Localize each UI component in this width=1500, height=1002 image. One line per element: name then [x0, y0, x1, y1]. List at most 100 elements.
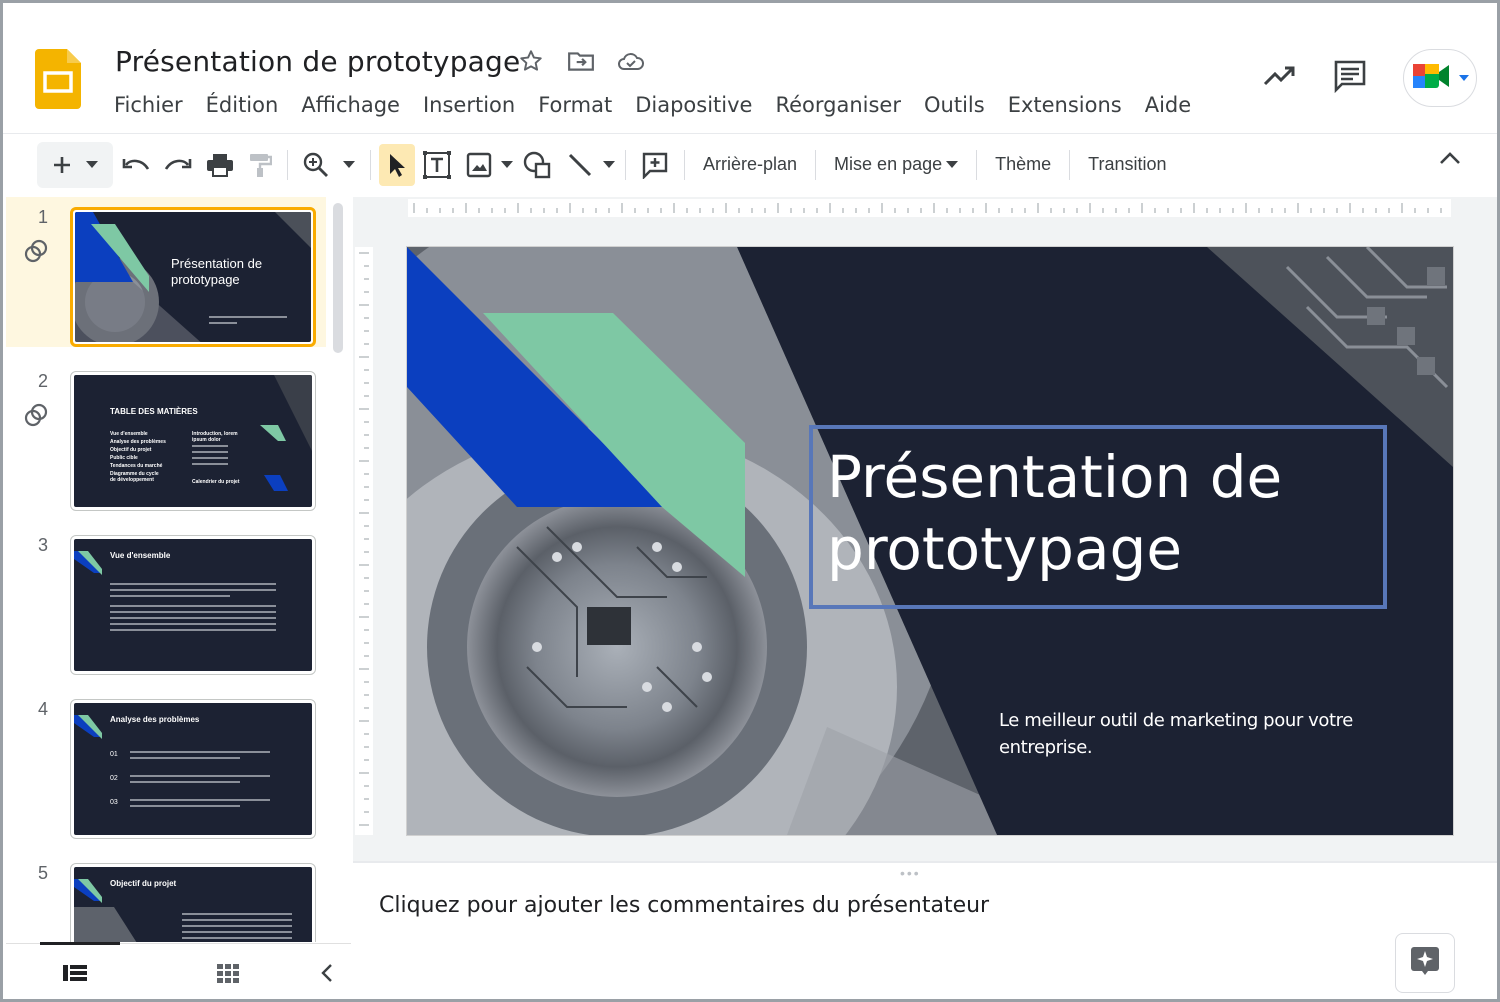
linked-slide-icon — [22, 237, 50, 270]
image-icon[interactable] — [459, 144, 499, 186]
filmstrip-view-icon[interactable] — [62, 962, 88, 989]
notes-divider[interactable] — [353, 861, 1497, 863]
slide-number: 2 — [38, 371, 49, 391]
toolbar-divider — [815, 149, 817, 180]
thumb-title: Vue d'ensemble — [110, 551, 171, 560]
assist-button[interactable] — [1395, 933, 1455, 993]
filmstrip-slide-5[interactable]: 5 Objectif du projet — [6, 853, 326, 942]
select-cursor-icon[interactable] — [379, 143, 415, 186]
undo-icon[interactable] — [115, 144, 157, 186]
slide-thumbnail: Objectif du projet — [70, 863, 316, 942]
menu-aide[interactable]: Aide — [1138, 91, 1198, 119]
menu-extensions[interactable]: Extensions — [1001, 91, 1129, 119]
thumb-toc-item: Public cible — [110, 455, 138, 461]
thumb-text-line — [182, 931, 292, 933]
plus-icon[interactable] — [45, 144, 79, 186]
sparkle-icon — [1410, 946, 1440, 981]
activity-trend-icon[interactable] — [1263, 64, 1297, 93]
thumb-point-number: 02 — [110, 775, 118, 782]
transition-button[interactable]: Transition — [1078, 154, 1176, 175]
filmstrip-slide-4[interactable]: 4 Analyse des problèmes 01 02 03 — [6, 689, 326, 839]
slide-filmstrip: 1 Présentation de prototypage 2 TABLE DE… — [6, 197, 351, 942]
toolbar-divider — [287, 149, 288, 180]
slide-thumbnail: Analyse des problèmes 01 02 03 — [70, 699, 316, 839]
collapse-panel-icon[interactable] — [320, 962, 334, 989]
vertical-ruler[interactable] — [355, 247, 373, 835]
filmstrip-slide-1[interactable]: 1 Présentation de prototypage — [6, 197, 326, 347]
filmstrip-slide-2[interactable]: 2 TABLE DES MATIÈRES Vue d'ensemble Anal… — [6, 361, 326, 511]
layout-button[interactable]: Mise en page — [824, 154, 968, 175]
thumb-text-line — [110, 623, 276, 625]
menu-outils[interactable]: Outils — [917, 91, 992, 119]
menu-insertion[interactable]: Insertion — [416, 91, 522, 119]
move-to-folder-icon[interactable] — [567, 47, 595, 75]
zoom-icon[interactable] — [296, 144, 336, 186]
resize-handle-icon[interactable]: ••• — [900, 865, 921, 881]
menu-affichage[interactable]: Affichage — [294, 91, 407, 119]
text-box-icon[interactable] — [415, 144, 459, 186]
cloud-saved-icon[interactable] — [617, 47, 645, 75]
thumb-title: TABLE DES MATIÈRES — [110, 407, 198, 416]
slide-thumbnail: TABLE DES MATIÈRES Vue d'ensemble Analys… — [70, 371, 316, 511]
grid-view-icon[interactable] — [216, 962, 240, 989]
filmstrip-slide-3[interactable]: 3 Vue d'ensemble — [6, 525, 326, 675]
menu-format[interactable]: Format — [531, 91, 619, 119]
slide-canvas[interactable]: Présentation de prototypage Le meilleur … — [407, 247, 1453, 835]
menu-reorganiser[interactable]: Réorganiser — [768, 91, 908, 119]
background-button[interactable]: Arrière-plan — [693, 154, 807, 175]
thumb-text-line — [130, 757, 240, 759]
thumb-toc-item: Calendrier du projet — [192, 479, 240, 485]
star-icon[interactable] — [517, 47, 545, 75]
add-comment-icon[interactable] — [634, 144, 676, 186]
meet-button[interactable] — [1403, 49, 1477, 107]
thumb-text-line — [110, 629, 276, 631]
new-slide-dropdown-icon[interactable] — [79, 144, 105, 186]
thumb-text-line — [110, 611, 276, 613]
slide-subtitle[interactable]: Le meilleur outil de marketing pour votr… — [999, 707, 1359, 761]
toolbar-divider — [625, 149, 626, 180]
menu-bar: Fichier Édition Affichage Insertion Form… — [107, 91, 1207, 119]
comments-icon[interactable] — [1333, 59, 1367, 98]
thumb-title: Analyse des problèmes — [110, 715, 200, 724]
line-icon[interactable] — [559, 144, 601, 186]
speaker-notes-placeholder[interactable]: Cliquez pour ajouter les commentaires du… — [379, 893, 989, 918]
layout-dropdown-icon — [946, 160, 959, 168]
image-dropdown-icon[interactable] — [499, 144, 515, 186]
thumb-title: Objectif du projet — [110, 879, 177, 888]
thumb-text-line — [192, 445, 228, 447]
print-icon[interactable] — [199, 144, 241, 186]
slides-logo-icon[interactable] — [35, 49, 81, 109]
chevron-up-icon[interactable] — [1439, 151, 1461, 170]
menu-diapositive[interactable]: Diapositive — [628, 91, 759, 119]
thumb-text-line — [192, 463, 228, 465]
filmstrip-footer — [6, 942, 351, 999]
thumb-toc-item: Introduction, lorem ipsum dolor — [192, 431, 238, 443]
filmstrip-scrollbar[interactable] — [333, 203, 343, 353]
meet-icon — [1411, 60, 1455, 97]
toolbar-divider — [976, 149, 978, 180]
theme-button[interactable]: Thème — [985, 154, 1061, 175]
slides-window: Présentation de prototypage Fichier Édit… — [0, 0, 1500, 1002]
menu-fichier[interactable]: Fichier — [107, 91, 190, 119]
thumb-toc-item: Analyse des problèmes — [110, 439, 166, 445]
slide-number: 1 — [38, 207, 49, 227]
horizontal-ruler[interactable] — [408, 199, 1451, 217]
layout-label: Mise en page — [834, 154, 943, 174]
slide-title-box[interactable]: Présentation de prototypage — [809, 425, 1387, 609]
thumb-text-line — [182, 937, 292, 939]
document-title[interactable]: Présentation de prototypage — [115, 45, 520, 78]
redo-icon[interactable] — [157, 144, 199, 186]
shape-icon[interactable] — [515, 144, 559, 186]
thumb-text-line — [110, 589, 276, 591]
paint-format-icon[interactable] — [241, 144, 279, 186]
toolbar: Arrière-plan Mise en page Thème Transiti… — [3, 133, 1497, 195]
slide-number: 3 — [38, 535, 49, 555]
thumb-text-line — [192, 451, 228, 453]
thumb-toc-item: Vue d'ensemble — [110, 431, 148, 437]
line-dropdown-icon[interactable] — [601, 144, 617, 186]
thumb-text-line — [130, 799, 270, 801]
menu-edition[interactable]: Édition — [199, 91, 286, 119]
thumb-text-line — [182, 925, 292, 927]
thumb-point-number: 03 — [110, 799, 118, 806]
zoom-dropdown-icon[interactable] — [336, 144, 362, 186]
